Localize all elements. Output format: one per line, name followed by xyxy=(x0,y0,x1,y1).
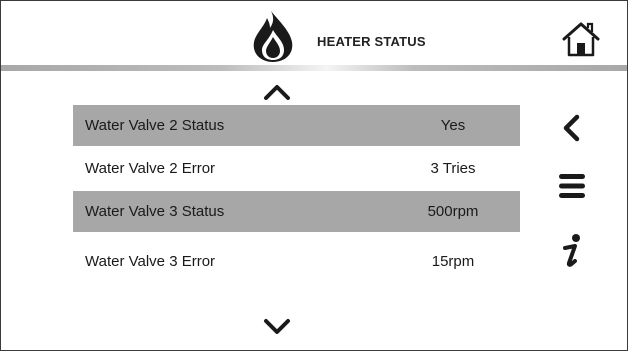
chevron-down-icon xyxy=(264,319,290,334)
row-value: 500rpm xyxy=(427,203,479,220)
row-value: 3 Tries xyxy=(430,160,476,177)
row-value: 15rpm xyxy=(431,253,475,270)
row-label: Water Valve 3 Status xyxy=(85,203,225,220)
status-row[interactable]: Water Valve 2 Error 3 Tries xyxy=(73,148,520,189)
page-title: HEATER STATUS xyxy=(317,34,426,49)
back-button[interactable] xyxy=(557,113,587,143)
status-row[interactable]: Water Valve 3 Status 500rpm xyxy=(73,191,520,232)
home-icon xyxy=(562,22,600,57)
row-label: Water Valve 3 Error xyxy=(85,253,216,270)
info-icon xyxy=(563,234,580,267)
scroll-down-button[interactable] xyxy=(260,315,294,339)
hamburger-menu-icon xyxy=(559,174,585,198)
row-value: Yes xyxy=(440,117,466,134)
scroll-up-button[interactable] xyxy=(260,79,294,103)
header-divider xyxy=(1,65,627,71)
status-row[interactable]: Water Valve 2 Status Yes xyxy=(73,105,520,146)
chevron-up-icon xyxy=(264,85,290,100)
header-bar: HEATER STATUS xyxy=(1,1,627,65)
status-row[interactable]: Water Valve 3 Error 15rpm xyxy=(73,241,520,282)
row-label: Water Valve 2 Error xyxy=(85,160,216,177)
menu-button[interactable] xyxy=(557,171,587,201)
row-label: Water Valve 2 Status xyxy=(85,117,225,134)
chevron-left-icon xyxy=(563,114,580,142)
flame-icon xyxy=(253,11,293,62)
home-button[interactable] xyxy=(561,21,601,57)
heater-status-screen: HEATER STATUS Water Valve 2 Status Yes W… xyxy=(0,0,628,351)
info-button[interactable] xyxy=(557,233,587,269)
